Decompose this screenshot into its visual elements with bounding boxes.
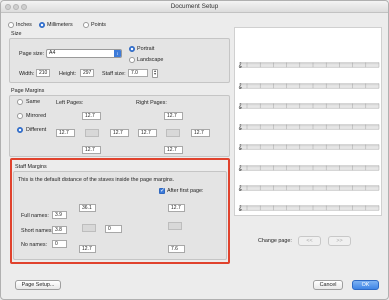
- portrait-radio[interactable]: [129, 46, 135, 52]
- page-preview: 𝄞 𝄞 𝄞 𝄞 𝄞 𝄞 𝄞 𝄞: [234, 27, 382, 216]
- right-page-top-margin[interactable]: 12.7: [164, 112, 183, 120]
- page-size-value: A4: [49, 50, 56, 56]
- staff-system: 𝄞: [238, 83, 380, 89]
- staff-margins-highlight: [10, 158, 230, 264]
- previous-page-button[interactable]: <<: [298, 236, 321, 246]
- left-page-top-margin[interactable]: 12.7: [82, 112, 101, 120]
- left-page-placeholder: [85, 129, 99, 137]
- svg-text:𝄞: 𝄞: [238, 144, 242, 150]
- right-page-right-margin[interactable]: 12.7: [191, 129, 210, 137]
- svg-text:𝄞: 𝄞: [238, 165, 242, 171]
- size-group-title: Size: [11, 31, 22, 37]
- right-page-left-margin[interactable]: 12.7: [138, 129, 157, 137]
- right-page-placeholder: [166, 129, 180, 137]
- staff-system: 𝄞: [238, 124, 380, 130]
- staff-size-label: Staff size:: [102, 71, 126, 77]
- staff-system: 𝄞: [238, 205, 380, 211]
- margins-different-label: Different: [26, 127, 47, 133]
- svg-text:𝄞: 𝄞: [238, 83, 242, 89]
- margins-same-label: Same: [26, 99, 41, 105]
- page-margins-group: [9, 95, 230, 157]
- height-field[interactable]: 297: [80, 69, 94, 77]
- margins-same-radio[interactable]: [17, 99, 23, 105]
- page-margins-group-title: Page Margins: [11, 88, 45, 94]
- window-title: Document Setup: [170, 3, 219, 10]
- document-setup-window: Document Setup Inches Millimeters Points…: [0, 0, 389, 300]
- landscape-label: Landscape: [137, 57, 164, 63]
- staff-system: 𝄞: [238, 185, 380, 191]
- units-inches-radio[interactable]: [8, 22, 14, 28]
- left-pages-label: Left Pages:: [56, 100, 84, 106]
- change-page-label: Change page:: [258, 238, 292, 244]
- ok-button[interactable]: OK: [352, 280, 379, 290]
- portrait-label: Portrait: [137, 46, 155, 52]
- left-page-right-margin[interactable]: 12.7: [110, 129, 129, 137]
- right-pages-label: Right Pages:: [136, 100, 167, 106]
- units-inches-label: Inches: [16, 22, 32, 28]
- staff-size-field[interactable]: 7.0: [128, 69, 148, 77]
- page-size-select[interactable]: A4 ↕: [46, 49, 122, 58]
- margins-different-radio[interactable]: [17, 127, 23, 133]
- width-field[interactable]: 210: [36, 69, 50, 77]
- cancel-button[interactable]: Cancel: [313, 280, 343, 290]
- svg-text:𝄞: 𝄞: [238, 62, 242, 68]
- right-page-bottom-margin[interactable]: 12.7: [164, 146, 183, 154]
- staff-size-stepper[interactable]: ▲ ▼: [152, 68, 158, 78]
- staff-system: 𝄞: [238, 103, 380, 109]
- svg-text:𝄞: 𝄞: [238, 103, 242, 109]
- left-page-left-margin[interactable]: 12.7: [56, 129, 75, 137]
- svg-text:𝄞: 𝄞: [238, 185, 242, 191]
- units-millimeters-radio[interactable]: [39, 22, 45, 28]
- units-points-radio[interactable]: [83, 22, 89, 28]
- svg-text:𝄞: 𝄞: [238, 124, 242, 130]
- staff-system: 𝄞: [238, 62, 380, 68]
- height-label: Height:: [59, 71, 77, 77]
- units-points-label: Points: [91, 22, 106, 28]
- page-setup-button[interactable]: Page Setup...: [15, 280, 61, 290]
- next-page-button[interactable]: >>: [328, 236, 351, 246]
- chevron-updown-icon: ↕: [114, 50, 121, 57]
- staff-system: 𝄞: [238, 144, 380, 150]
- margins-mirrored-label: Mirrored: [26, 113, 47, 119]
- left-page-bottom-margin[interactable]: 12.7: [82, 146, 101, 154]
- page-size-label: Page size:: [19, 51, 45, 57]
- width-label: Width:: [19, 71, 35, 77]
- staff-system: 𝄞: [238, 165, 380, 171]
- svg-text:𝄞: 𝄞: [238, 205, 242, 211]
- units-millimeters-label: Millimeters: [47, 22, 73, 28]
- landscape-radio[interactable]: [129, 57, 135, 63]
- margins-mirrored-radio[interactable]: [17, 113, 23, 119]
- title-bar: Document Setup: [1, 1, 388, 13]
